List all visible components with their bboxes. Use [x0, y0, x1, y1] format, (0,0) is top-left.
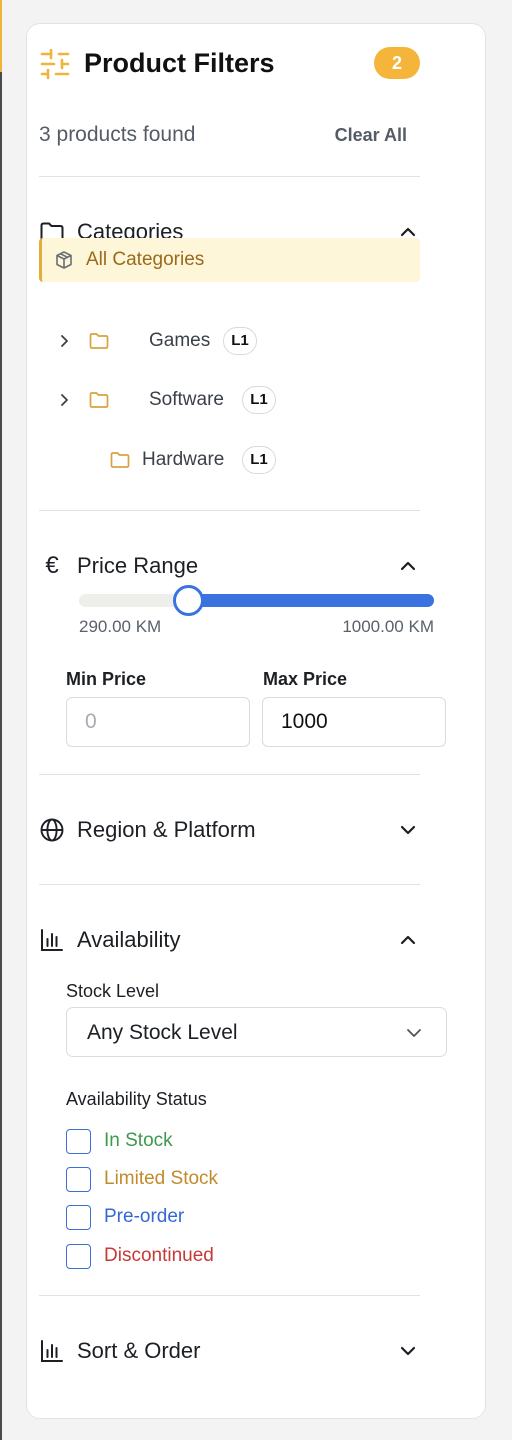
- sliders-icon: [40, 48, 70, 80]
- range-max-label: 1000.00 KM: [342, 617, 434, 636]
- price-title: Price Range: [77, 553, 199, 578]
- euro-icon: €: [45, 552, 59, 579]
- divider: [39, 510, 420, 511]
- globe-icon: [40, 818, 64, 842]
- folder-icon: [89, 333, 109, 349]
- min-price-input[interactable]: [66, 697, 250, 747]
- category-label: Games: [149, 330, 211, 351]
- checkbox-pre-order[interactable]: [66, 1205, 91, 1230]
- checkbox-label-pre-order[interactable]: Pre-order: [104, 1205, 184, 1229]
- chevron-down-icon[interactable]: [398, 1341, 418, 1361]
- chevron-right-icon[interactable]: [55, 391, 73, 409]
- stock-level-value: Any Stock Level: [87, 1021, 238, 1044]
- checkbox-in-stock[interactable]: [66, 1129, 91, 1154]
- left-edge-accent: [0, 0, 2, 72]
- level-badge: L1: [223, 327, 257, 355]
- region-title: Region & Platform: [77, 817, 256, 842]
- bar-chart-icon: [41, 1340, 63, 1362]
- folder-icon: [110, 452, 130, 468]
- checkbox-label-limited-stock[interactable]: Limited Stock: [104, 1167, 218, 1191]
- clear-all-button[interactable]: Clear All: [335, 120, 407, 150]
- availability-section-header[interactable]: Availability: [39, 923, 420, 957]
- page-title: Product Filters: [84, 48, 275, 78]
- divider: [39, 884, 420, 885]
- availability-title: Availability: [77, 927, 181, 952]
- folder-icon: [89, 392, 109, 408]
- chevron-down-icon[interactable]: [398, 820, 418, 840]
- availability-status-label: Availability Status: [66, 1089, 207, 1109]
- divider: [39, 774, 420, 775]
- chevron-right-icon[interactable]: [55, 332, 73, 350]
- checkbox-limited-stock[interactable]: [66, 1167, 91, 1192]
- level-badge: L1: [242, 386, 276, 414]
- left-edge-border: [0, 72, 2, 1440]
- results-summary: 3 products found Clear All: [39, 120, 420, 150]
- category-item-games[interactable]: Games L1: [39, 324, 420, 358]
- active-filters-badge: 2: [374, 47, 420, 79]
- max-price-input[interactable]: [262, 697, 446, 747]
- package-icon: [56, 251, 72, 269]
- price-section-header[interactable]: € Price Range: [39, 549, 420, 583]
- checkbox-discontinued[interactable]: [66, 1244, 91, 1269]
- range-min-label: 290.00 KM: [79, 617, 162, 636]
- level-badge: L1: [242, 446, 276, 474]
- chevron-up-icon[interactable]: [398, 556, 418, 576]
- chevron-down-icon: [407, 1029, 421, 1037]
- checkbox-label-in-stock[interactable]: In Stock: [104, 1129, 173, 1153]
- chevron-up-icon[interactable]: [398, 930, 418, 950]
- category-label: Hardware: [142, 449, 225, 470]
- category-item-hardware[interactable]: Hardware L1: [39, 443, 420, 477]
- price-slider-min-thumb[interactable]: [172, 585, 204, 616]
- sort-section-header[interactable]: Sort & Order: [39, 1334, 420, 1368]
- stock-level-select[interactable]: Any Stock Level: [66, 1007, 447, 1057]
- price-slider-track[interactable]: [79, 585, 434, 616]
- min-price-label: Min Price: [66, 669, 147, 689]
- results-count: 3 products found: [39, 123, 196, 146]
- price-slider-fill: [188, 594, 434, 607]
- divider: [39, 176, 420, 177]
- max-price-label: Max Price: [263, 669, 348, 689]
- category-all[interactable]: All Categories: [39, 238, 420, 282]
- stock-level-label: Stock Level: [66, 981, 160, 1001]
- filters-header: Product Filters 2: [39, 46, 420, 86]
- region-section-header[interactable]: Region & Platform: [39, 813, 420, 847]
- category-item-software[interactable]: Software L1: [39, 383, 420, 417]
- bar-chart-icon: [41, 929, 63, 951]
- divider: [39, 1295, 420, 1296]
- category-all-label: All Categories: [86, 249, 205, 270]
- sort-title: Sort & Order: [77, 1338, 201, 1363]
- category-label: Software: [149, 389, 224, 410]
- checkbox-label-discontinued[interactable]: Discontinued: [104, 1244, 214, 1268]
